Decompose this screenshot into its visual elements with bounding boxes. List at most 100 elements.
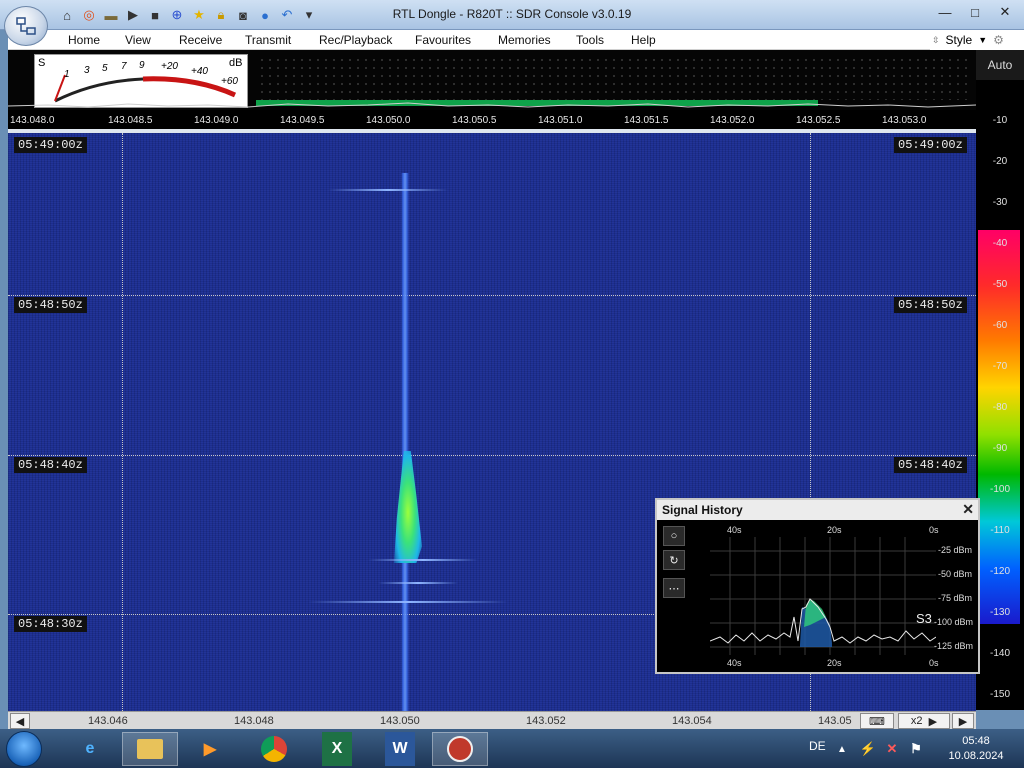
sdr-console-window: ⌂ ◎ ▬ ▶ ■ ⊕ ★ 🔒︎ ◙ ● ↶ ▾ RTL Dongle - R8… <box>0 0 1024 768</box>
bottom-freq-tick: 143.046 <box>88 715 128 727</box>
timestamp-right: 05:48:50z <box>894 297 967 313</box>
spectrum-display[interactable] <box>258 56 968 100</box>
file-explorer-icon[interactable] <box>122 732 178 766</box>
media-player-icon[interactable]: ▶ <box>182 732 238 766</box>
time-label: 0s <box>929 525 939 535</box>
spectrum-trace <box>8 102 976 108</box>
signal-history-panel: Signal History ✕ ○ ↻ ⋯ 40s 20s 0s 40s 20… <box>655 498 980 674</box>
frequency-scale[interactable]: 143.048.0 143.048.5 143.049.0 143.049.5 … <box>8 110 976 130</box>
style-label: Style <box>945 33 973 47</box>
db-tick: -10 <box>992 115 1008 126</box>
s-reading: S3 <box>916 611 932 626</box>
zoom-value: x2 <box>910 715 923 727</box>
dbm-label: -100 dBm <box>934 617 974 627</box>
freq-tick: 143.053.0 <box>882 115 927 126</box>
menu-favourites[interactable]: Favourites <box>415 33 471 47</box>
grid-line <box>122 133 123 711</box>
scroll-left-button[interactable]: ◀ <box>10 713 30 729</box>
close-icon[interactable]: ✕ <box>962 501 974 518</box>
application-menu-button[interactable] <box>4 6 48 46</box>
menu-bar: Home View Receive Transmit Rec/Playback … <box>8 30 976 50</box>
signal-history-graph[interactable] <box>710 537 936 655</box>
clock[interactable]: 05:48 10.08.2024 <box>940 734 1012 764</box>
dbm-label: -50 dBm <box>938 569 973 579</box>
interference-line <box>378 582 458 584</box>
menu-view[interactable]: View <box>125 33 151 47</box>
db-tick: -110 <box>990 525 1010 536</box>
menu-help[interactable]: Help <box>631 33 656 47</box>
db-tick: -70 <box>992 361 1008 372</box>
keyboard-icon: ⌨ <box>869 715 885 728</box>
gear-icon[interactable]: ⚙ <box>993 33 1004 47</box>
record-icon[interactable]: ○ <box>663 526 685 546</box>
dbm-label: -25 dBm <box>938 545 973 555</box>
time-label: 40s <box>727 525 742 535</box>
maximize-icon[interactable]: □ <box>962 2 988 22</box>
excel-icon[interactable]: X <box>322 732 352 766</box>
freq-tick: 143.050.0 <box>366 115 411 126</box>
reset-icon[interactable]: ↻ <box>663 550 685 570</box>
network-icon[interactable]: ⚡ <box>858 732 878 766</box>
db-tick: -30 <box>992 197 1008 208</box>
db-label: dB <box>229 57 243 69</box>
freq-tick: 143.051.0 <box>538 115 583 126</box>
close-icon[interactable]: ✕ <box>992 2 1018 22</box>
db-scale-60: +60 <box>221 76 238 87</box>
timestamp-left: 05:49:00z <box>14 137 87 153</box>
start-button[interactable] <box>6 731 42 767</box>
updown-icon[interactable]: ⇳ <box>932 35 940 46</box>
db-tick: -120 <box>989 566 1010 577</box>
db-tick: -60 <box>992 320 1008 331</box>
auto-button[interactable]: Auto <box>976 50 1024 80</box>
chevron-down-icon[interactable]: ▼ <box>978 35 987 45</box>
more-icon[interactable]: ⋯ <box>663 578 685 598</box>
menu-transmit[interactable]: Transmit <box>245 33 291 47</box>
freq-tick: 143.052.5 <box>796 115 841 126</box>
bottom-frequency-bar[interactable]: ◀ 143.046 143.048 143.050 143.052 143.05… <box>8 711 976 729</box>
db-tick: -40 <box>992 238 1008 249</box>
db-scale-40: +40 <box>191 66 208 77</box>
db-scale[interactable]: -10 -20 -30 -40 -50 -60 -70 -80 -90 -100… <box>976 80 1024 710</box>
word-icon[interactable]: W <box>385 732 415 766</box>
volume-icon[interactable]: ✕ <box>882 732 902 766</box>
action-center-icon[interactable]: ⚑ <box>906 732 926 766</box>
style-menu[interactable]: ⇳ Style ▼ ⚙ <box>930 30 1024 50</box>
freq-tick: 143.052.0 <box>710 115 755 126</box>
db-tick: -100 <box>989 484 1010 495</box>
keyboard-button[interactable]: ⌨ <box>860 713 894 729</box>
grid-line <box>8 295 976 296</box>
db-tick: -130 <box>989 607 1010 618</box>
signal-carrier-trace <box>401 173 409 711</box>
freq-tick: 143.049.5 <box>280 115 325 126</box>
tray-expand-icon[interactable]: ▲ <box>832 732 852 766</box>
menu-receive[interactable]: Receive <box>179 33 222 47</box>
s-scale-3: 3 <box>84 65 90 76</box>
internet-explorer-icon[interactable]: e <box>62 732 118 766</box>
scroll-right-button[interactable]: ▶ <box>952 713 974 729</box>
signal-history-title: Signal History ✕ <box>657 500 978 520</box>
sdr-console-icon[interactable] <box>432 732 488 766</box>
bottom-freq-tick: 143.054 <box>672 715 712 727</box>
menu-tools[interactable]: Tools <box>576 33 604 47</box>
minimize-icon[interactable]: — <box>932 2 958 22</box>
interference-line <box>328 189 448 191</box>
signal-burst <box>394 451 422 563</box>
timestamp-right: 05:49:00z <box>894 137 967 153</box>
app-menu-icon <box>16 17 36 35</box>
menu-home[interactable]: Home <box>68 33 100 47</box>
title-bar: ⌂ ◎ ▬ ▶ ■ ⊕ ★ 🔒︎ ◙ ● ↶ ▾ RTL Dongle - R8… <box>0 0 1024 30</box>
language-indicator[interactable]: DE <box>809 739 826 753</box>
s-scale-5: 5 <box>102 63 108 74</box>
menu-rec-playback[interactable]: Rec/Playback <box>319 33 392 47</box>
freq-tick: 143.048.0 <box>10 115 55 126</box>
db-tick: -80 <box>992 402 1008 413</box>
db-tick: -140 <box>989 648 1010 659</box>
windows-taskbar: e ▶ X W DE ▲ ⚡ ✕ ⚑ 05:48 10.08.2024 <box>0 729 1024 768</box>
timestamp-left: 05:48:30z <box>14 616 87 632</box>
chrome-icon[interactable] <box>246 732 302 766</box>
s-scale-1: 1 <box>64 69 70 80</box>
window-controls: — □ ✕ <box>932 2 1018 22</box>
freq-tick: 143.049.0 <box>194 115 239 126</box>
menu-memories[interactable]: Memories <box>498 33 551 47</box>
zoom-select[interactable]: x2 ▶ <box>898 713 950 729</box>
